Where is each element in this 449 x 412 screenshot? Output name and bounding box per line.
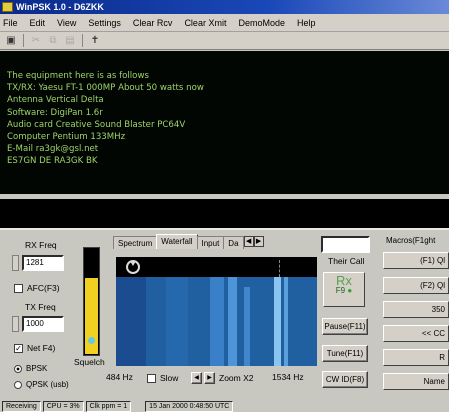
mode-radio-bpsk[interactable]	[14, 365, 22, 373]
cut-icon[interactable]: ✂	[29, 34, 43, 47]
band-marker	[279, 260, 280, 277]
tab-scroll-left-icon[interactable]: ◀	[243, 236, 254, 247]
rx-button[interactable]: Rx F9 ●	[323, 272, 365, 307]
receive-line: Audio card Creative Sound Blaster PC64V	[7, 119, 186, 130]
toolbar-separator	[82, 34, 83, 47]
menu-view[interactable]: View	[57, 18, 76, 28]
rx-button-key: F9	[335, 286, 346, 295]
net-label: Net F4)	[27, 343, 56, 353]
tune-icon[interactable]: ✝	[88, 34, 102, 47]
low-freq-label: 484 Hz	[106, 372, 133, 382]
menu-demomode[interactable]: DemoMode	[238, 18, 285, 28]
winpsk-window: WinPSK 1.0 - D6ZKK File Edit View Settin…	[0, 0, 449, 412]
tx-freq-label: TX Freq	[25, 302, 56, 312]
receive-line: TX/RX: Yaesu FT-1 000MP About 50 watts n…	[7, 83, 204, 94]
rx-button-sublabel: F9 ●	[324, 286, 364, 295]
afc-label: AFC(F3)	[27, 283, 60, 293]
cw-id-button[interactable]: CW ID(F8)	[322, 371, 368, 388]
rx-freq-input[interactable]: 1281	[22, 255, 64, 271]
macro-button-5[interactable]: R	[383, 349, 449, 366]
pause-button[interactable]: Pause(F11)	[322, 318, 368, 335]
noise-band	[116, 277, 146, 366]
noise-band	[166, 277, 188, 366]
tab-spectrum[interactable]: Spectrum	[113, 236, 158, 249]
macro-button-2[interactable]: (F2) Ql	[383, 277, 449, 294]
status-bar: Receiving CPU = 3% Clk ppm = 1 15 Jan 20…	[0, 400, 449, 412]
their-call-label: Their Call	[328, 256, 365, 266]
tab-data[interactable]: Da	[223, 236, 244, 249]
menu-edit[interactable]: Edit	[30, 18, 46, 28]
receive-line: Software: DigiPan 1.6r	[7, 107, 103, 118]
status-cpu: CPU = 3%	[42, 400, 84, 412]
toolbar: ▣ ✂ ⧉ ▤ ✝	[0, 32, 449, 50]
mode-label-qpsk: QPSK (usb)	[26, 380, 69, 389]
mode-label-bpsk: BPSK	[26, 364, 48, 373]
receive-line: Antenna Vertical Delta	[7, 95, 104, 106]
signal-trace	[210, 277, 224, 366]
macro-button-1[interactable]: (F1) Ql	[383, 252, 449, 269]
macros-header: Macros(F1ght	[386, 236, 436, 245]
waterfall-display[interactable]	[116, 257, 317, 366]
transmit-text-pane[interactable]	[0, 199, 449, 228]
afc-checkbox[interactable]	[14, 284, 23, 293]
tx-freq-input[interactable]: 1000	[22, 316, 64, 332]
window-title: WinPSK 1.0 - D6ZKK	[16, 2, 104, 12]
receive-line: Computer Pentium 133MHz	[7, 132, 126, 143]
cursor-pointer-icon	[130, 261, 136, 266]
rx-freq-spinner[interactable]	[12, 255, 19, 271]
menu-bar: File Edit View Settings Clear Rcv Clear …	[0, 14, 449, 32]
squelch-label: Squelch	[74, 357, 105, 367]
receive-line: ES7GN DE RA3GK BK	[7, 156, 98, 167]
receive-line: The equipment here is as follows	[7, 71, 149, 81]
rx-indicator-icon: ●	[347, 286, 353, 295]
high-freq-label: 1534 Hz	[272, 372, 304, 382]
save-icon[interactable]: ▣	[4, 34, 18, 47]
zoom-out-icon[interactable]: ◀	[191, 372, 202, 384]
menu-clear-xmit[interactable]: Clear Xmit	[184, 18, 226, 28]
tune-button[interactable]: Tune(F11)	[322, 345, 368, 362]
tab-waterfall[interactable]: Waterfall	[156, 234, 198, 249]
status-clock-ppm: Clk ppm = 1	[85, 400, 132, 412]
display-tabs: Spectrum Waterfall Input Da ◀ ▶	[113, 234, 264, 249]
receive-line: E-Mail ra3gk@gsl.net	[7, 144, 99, 155]
menu-help[interactable]: Help	[297, 18, 316, 28]
receive-text-pane[interactable]: The equipment here is as follows TX/RX: …	[0, 51, 449, 194]
waterfall-spectrogram	[116, 277, 317, 366]
squelch-meter[interactable]	[83, 247, 100, 356]
slow-label: Slow	[160, 373, 179, 383]
macro-button-4[interactable]: << CC	[383, 325, 449, 342]
their-call-input[interactable]	[321, 236, 370, 253]
app-icon	[2, 2, 13, 12]
zoom-label: Zoom X2	[219, 373, 254, 383]
signal-trace	[244, 287, 250, 366]
status-mode: Receiving	[2, 400, 41, 412]
menu-file[interactable]: File	[3, 18, 18, 28]
zoom-in-icon[interactable]: ▶	[204, 372, 215, 384]
title-bar: WinPSK 1.0 - D6ZKK	[0, 0, 449, 14]
net-checkbox[interactable]: ✓	[14, 344, 23, 353]
macro-button-6[interactable]: Name	[383, 373, 449, 390]
signal-trace	[284, 277, 288, 366]
mode-radio-qpsk[interactable]	[14, 381, 22, 389]
signal-trace	[228, 277, 237, 366]
tab-input[interactable]: Input	[196, 236, 225, 249]
macro-button-3[interactable]: 350	[383, 301, 449, 318]
toolbar-separator	[23, 34, 24, 47]
menu-clear-rcv[interactable]: Clear Rcv	[133, 18, 173, 28]
rx-freq-label: RX Freq	[25, 240, 57, 250]
paste-icon[interactable]: ▤	[63, 34, 77, 47]
status-datetime: 15 Jan 2000 0:48:50 UTC	[145, 400, 234, 412]
signal-trace	[274, 277, 281, 366]
slow-checkbox[interactable]	[147, 374, 156, 383]
tab-scroll-right-icon[interactable]: ▶	[253, 236, 264, 247]
copy-icon[interactable]: ⧉	[46, 34, 60, 47]
tx-freq-spinner[interactable]	[12, 316, 19, 332]
tab-scroll: ◀ ▶	[243, 236, 264, 249]
menu-settings[interactable]: Settings	[88, 18, 121, 28]
